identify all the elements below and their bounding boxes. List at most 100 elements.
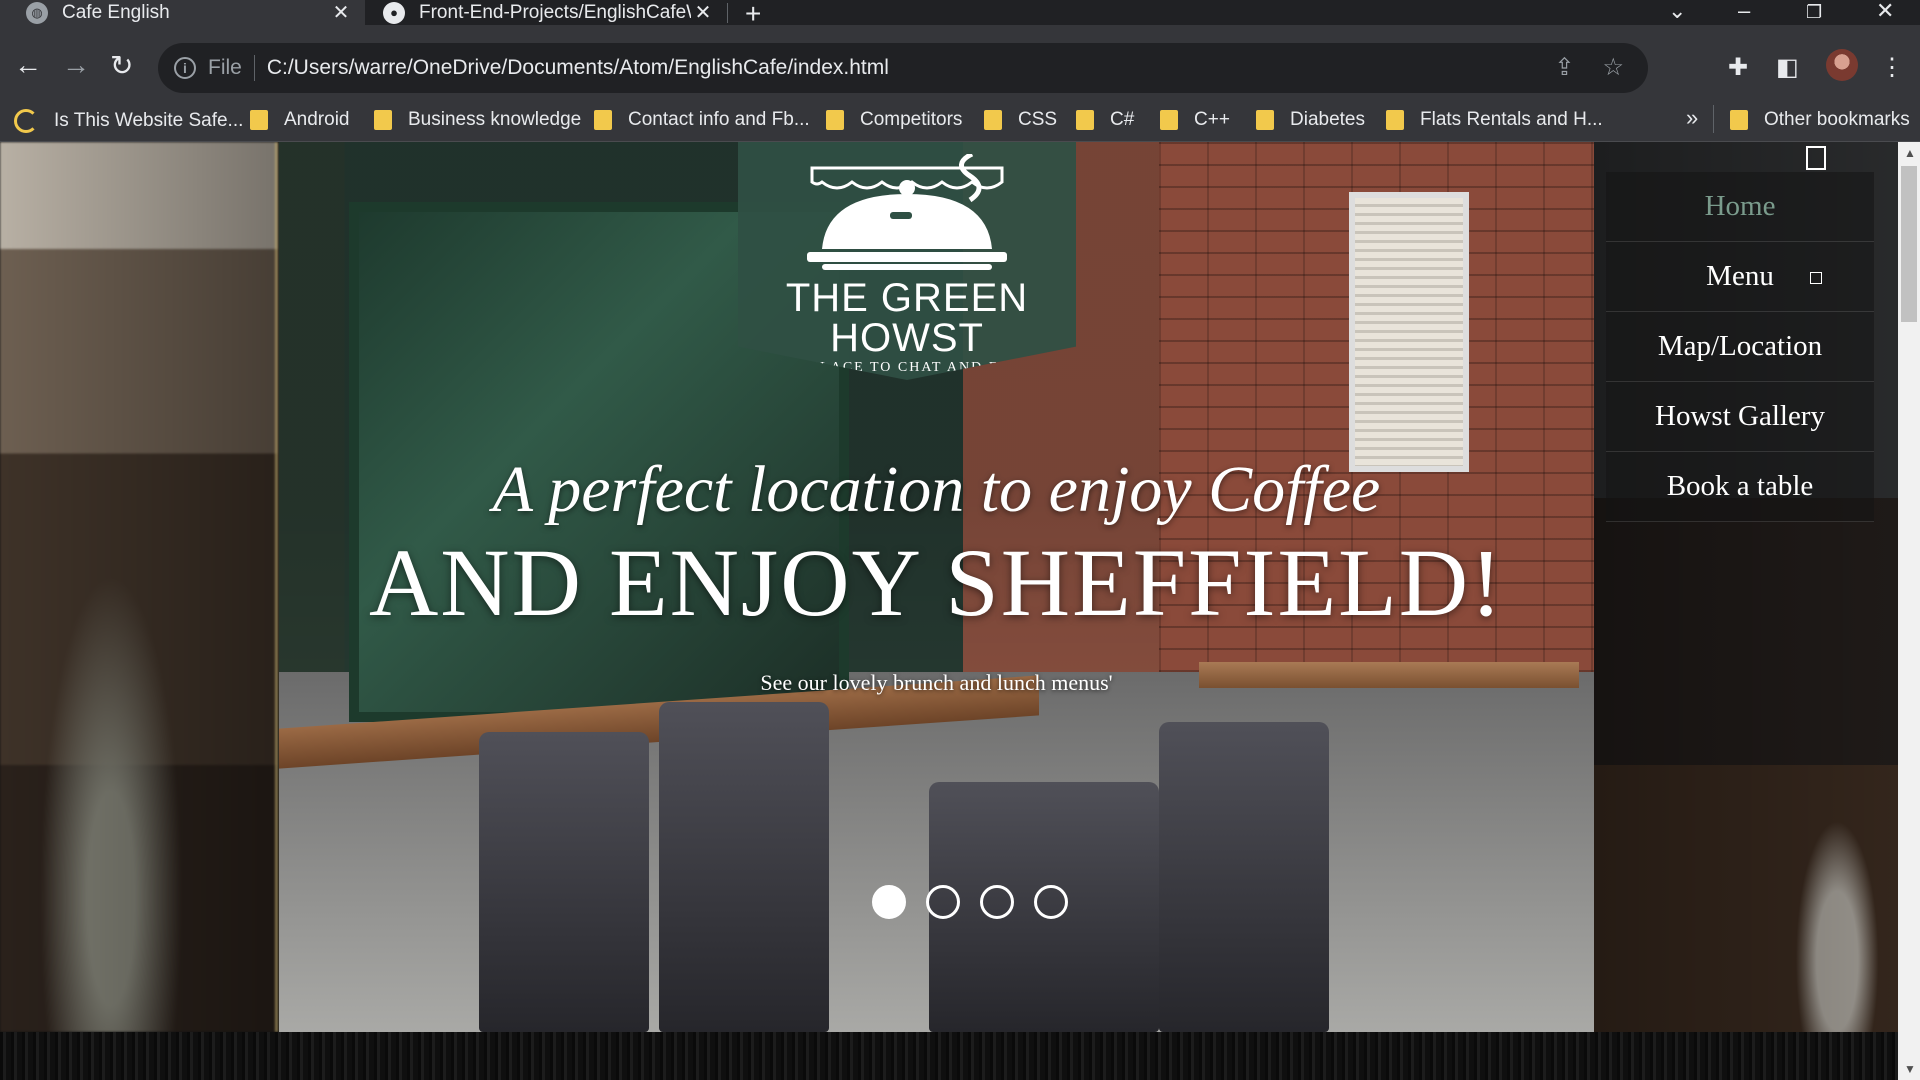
folder-icon <box>594 110 612 130</box>
hero-headline-italic: A perfect location to enjoy Coffee <box>492 453 1381 526</box>
scroll-down-arrow-icon[interactable]: ▼ <box>1904 1062 1916 1076</box>
scrollbar-thumb[interactable] <box>1901 166 1917 322</box>
bookmark-label: C++ <box>1194 109 1230 130</box>
menu-kebab-icon[interactable]: ⋮ <box>1880 53 1904 82</box>
tab-cafe-english[interactable]: ◍ Cafe English ✕ <box>0 0 365 25</box>
bottom-texture-strip <box>0 1032 1898 1080</box>
side-panel-icon[interactable]: ◧ <box>1776 53 1799 82</box>
background-photo-left <box>0 142 278 1032</box>
page-viewport: THE GREEN HOWST A PLACE TO CHAT AND EAT … <box>0 142 1898 1080</box>
nav-item-howst-gallery[interactable]: Howst Gallery <box>1606 382 1874 452</box>
minimize-icon[interactable]: – <box>1738 0 1750 24</box>
folder-icon <box>1386 110 1404 130</box>
browser-toolbar: ← → ↻ i File C:/Users/warre/OneDrive/Doc… <box>0 25 1920 105</box>
bookmarks-bar: Is This Website Safe... Android Business… <box>0 95 1920 142</box>
info-icon[interactable]: i <box>174 57 196 79</box>
bookmark-folder[interactable]: C++ <box>1160 109 1230 131</box>
bookmark-label: Business knowledge <box>408 109 582 130</box>
vertical-scrollbar[interactable]: ▲ ▼ <box>1898 142 1920 1080</box>
bookmark-label: Flats Rentals and H... <box>1420 109 1603 130</box>
bookmark-folder[interactable]: Diabetes <box>1256 109 1365 131</box>
tab-search-icon[interactable]: ⌄ <box>1668 0 1686 24</box>
nav-label: Home <box>1704 190 1776 222</box>
other-bookmarks-folder[interactable]: Other bookmarks <box>1730 109 1910 131</box>
cloche-logo-icon <box>807 154 1007 270</box>
bookmark-folder[interactable]: Competitors <box>826 109 962 131</box>
bookmark-label: Android <box>284 109 350 130</box>
bookmark-label: CSS <box>1018 109 1058 130</box>
hero-chair <box>479 732 649 1032</box>
tab-divider <box>727 3 728 23</box>
nav-item-book-a-table[interactable]: Book a table <box>1606 452 1874 522</box>
dropdown-toggle-icon[interactable] <box>1810 272 1822 284</box>
carousel-dot[interactable] <box>872 885 906 919</box>
url-text[interactable]: C:/Users/warre/OneDrive/Documents/Atom/E… <box>267 56 889 80</box>
share-icon[interactable]: ⇪ <box>1554 53 1574 82</box>
carousel-dot[interactable] <box>926 885 960 919</box>
hero-chair <box>1159 722 1329 1032</box>
address-bar[interactable]: i File C:/Users/warre/OneDrive/Documents… <box>158 43 1648 93</box>
bookmark-label: Diabetes <box>1290 109 1365 130</box>
loading-icon <box>14 109 38 133</box>
folder-icon <box>984 110 1002 130</box>
hero-chair <box>659 702 829 1032</box>
close-tab-icon[interactable]: ✕ <box>691 0 715 25</box>
bookmark-folder[interactable]: Business knowledge <box>374 109 581 131</box>
bookmark-label: Is This Website Safe... <box>54 110 244 131</box>
bookmark-folder[interactable]: C# <box>1076 109 1134 131</box>
bookmark-label: Contact info and Fb... <box>628 109 810 130</box>
folder-icon <box>1256 110 1274 130</box>
nav-item-menu[interactable]: Menu <box>1606 242 1874 312</box>
carousel-dot[interactable] <box>1034 885 1068 919</box>
nav-toggle-button[interactable] <box>1806 146 1826 170</box>
close-tab-icon[interactable]: ✕ <box>329 0 353 25</box>
folder-icon <box>1160 110 1178 130</box>
folder-icon <box>250 110 268 130</box>
restore-icon[interactable]: ❐ <box>1806 2 1822 23</box>
bookmark-folder[interactable]: Contact info and Fb... <box>594 109 810 131</box>
carousel-indicators <box>872 885 1068 919</box>
logo-title-line1: THE GREEN <box>785 276 1029 320</box>
back-icon[interactable]: ← <box>14 49 42 81</box>
bookmarks-divider <box>1713 105 1714 133</box>
side-navigation: Home Menu Map/Location Howst Gallery Boo… <box>1606 172 1874 522</box>
bookmark-folder[interactable]: CSS <box>984 109 1057 131</box>
logo-title-line2: HOWST <box>830 316 984 360</box>
folder-icon <box>1076 110 1094 130</box>
nav-label: Menu <box>1706 260 1774 292</box>
bookmark-item[interactable]: Is This Website Safe... <box>14 109 243 133</box>
bookmark-label: Other bookmarks <box>1764 109 1910 130</box>
forward-icon[interactable]: → <box>62 49 90 81</box>
extensions-icon[interactable]: ✚ <box>1728 53 1748 82</box>
scroll-up-arrow-icon[interactable]: ▲ <box>1904 146 1916 160</box>
bookmark-label: C# <box>1110 109 1135 130</box>
bookmark-folder[interactable]: Flats Rentals and H... <box>1386 109 1603 131</box>
nav-label: Howst Gallery <box>1655 400 1825 432</box>
hero-subline[interactable]: See our lovely brunch and lunch menus' <box>279 670 1594 696</box>
hero-headline-caps: AND ENJOY SHEFFIELD! <box>368 529 1505 636</box>
reload-icon[interactable]: ↻ <box>110 49 133 82</box>
hero-window-blind <box>1349 192 1469 472</box>
logo-banner[interactable]: THE GREEN HOWST A PLACE TO CHAT AND EAT <box>738 142 1076 380</box>
globe-icon: ◍ <box>26 1 48 24</box>
nav-label: Book a table <box>1666 470 1814 502</box>
tab-github[interactable]: ● Front-End-Projects/EnglishCafeW ✕ <box>367 0 727 25</box>
address-divider <box>253 55 255 81</box>
nav-item-home[interactable]: Home <box>1606 172 1874 242</box>
tab-strip: ◍ Cafe English ✕ ● Front-End-Projects/En… <box>0 0 1920 29</box>
tab-title: Cafe English <box>62 1 170 23</box>
folder-icon <box>826 110 844 130</box>
scheme-label: File <box>208 56 242 79</box>
more-bookmarks-button[interactable]: » <box>1686 105 1698 131</box>
bookmark-folder[interactable]: Android <box>250 109 350 131</box>
nav-item-map-location[interactable]: Map/Location <box>1606 312 1874 382</box>
hero-slide: THE GREEN HOWST A PLACE TO CHAT AND EAT … <box>279 142 1594 1032</box>
tab-title: Front-End-Projects/EnglishCafeW <box>419 1 691 23</box>
profile-avatar[interactable] <box>1826 49 1858 81</box>
folder-icon <box>374 110 392 130</box>
github-icon: ● <box>383 1 405 24</box>
close-window-icon[interactable]: ✕ <box>1876 0 1894 24</box>
carousel-dot[interactable] <box>980 885 1014 919</box>
bookmark-star-icon[interactable]: ☆ <box>1602 53 1624 82</box>
nav-label: Map/Location <box>1657 330 1823 362</box>
